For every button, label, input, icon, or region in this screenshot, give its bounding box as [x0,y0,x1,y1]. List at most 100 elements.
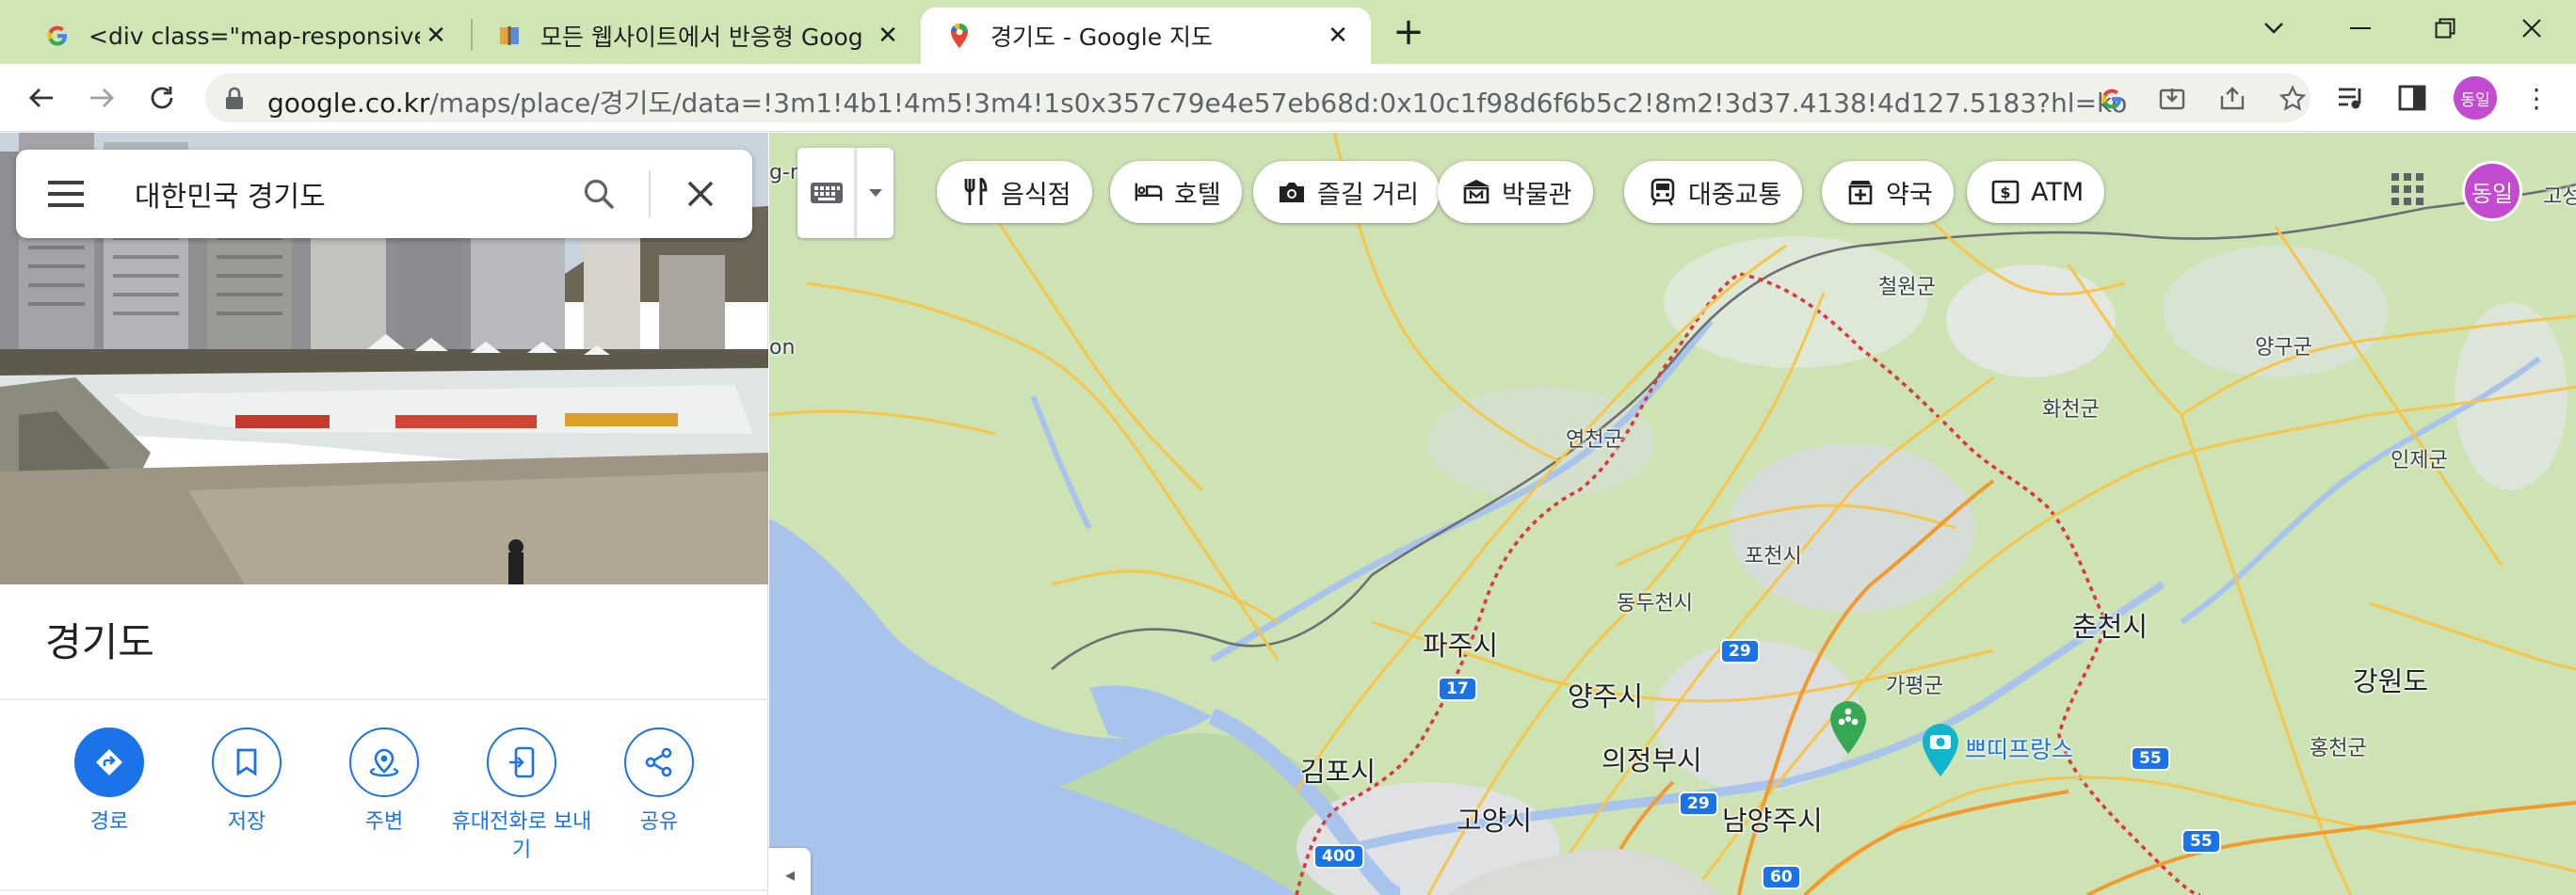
new-tab-button[interactable]: + [1388,13,1429,55]
browser-menu-icon[interactable]: ⋮ [2516,77,2557,119]
collapse-panel-button[interactable]: ◂ [769,848,811,895]
road-shield-55: 55 [2131,746,2170,771]
tab-gyeonggi-google-maps[interactable]: 경기도 - Google 지도 ✕ [921,8,1371,64]
search-icon[interactable] [577,172,620,216]
chip-restaurants[interactable]: 음식점 [937,161,1092,223]
install-app-icon[interactable] [2156,83,2188,115]
chip-museums[interactable]: 박물관 [1438,161,1593,223]
google-apps-icon[interactable] [2391,172,2428,210]
chip-atm[interactable]: $ ATM [1967,161,2105,223]
camera-icon [1278,178,1306,206]
nearby-button[interactable]: 주변 [314,727,455,837]
restore-window-icon[interactable] [2422,9,2469,47]
chip-hotels[interactable]: 호텔 [1110,161,1242,223]
url-path: /maps/place/경기도/data=!3m1!4b1!4m5!3m4!1s… [429,88,2128,119]
map-label-gimpo: 김포시 [1300,756,1377,788]
map-canvas[interactable]: 철원군 양구군 화천군 인제군 연천군 포천시 동두천시 파주시 양주시 춘천시… [769,133,2576,895]
road-shield-29: 29 [1720,639,1760,663]
chip-label: 호텔 [1174,180,1221,210]
media-control-icon[interactable] [2333,79,2371,117]
map-label-gapyeong: 가평군 [1886,675,1943,698]
place-side-panel: 경기도 경로 저장 주변 휴대전화로 보내기 공유 [0,133,768,895]
tab-search-chevron-icon[interactable] [2250,9,2297,47]
map-label-yanggu: 양구군 [2255,336,2312,360]
map-label-yangju: 양주시 [1568,680,1644,712]
action-label: 휴대전화로 보내기 [451,810,592,862]
chip-label: 약국 [1886,180,1933,210]
share-button[interactable]: 공유 [588,727,730,837]
reload-icon[interactable] [141,77,183,119]
directions-icon [74,727,144,797]
url-host: google.co.kr [267,88,430,119]
address-bar[interactable]: google.co.kr/maps/place/경기도/data=!3m1!4b… [205,73,2310,122]
divider [0,889,768,891]
svg-text:$: $ [2000,184,2010,201]
park-pin-icon[interactable] [1827,699,1869,759]
action-label: 공유 [639,810,679,834]
chip-label: 즐길 거리 [1317,180,1419,210]
map-label-edge-right: 고성 [2543,185,2576,209]
chip-label: ATM [2031,177,2085,207]
road-shield-60: 60 [1762,865,1801,889]
chevron-left-icon: ◂ [784,863,796,886]
url-text[interactable]: google.co.kr/maps/place/경기도/data=!3m1!4b… [267,83,2127,120]
search-input[interactable] [135,174,568,214]
chip-pharmacies[interactable]: 약국 [1822,161,1954,223]
minimize-window-icon[interactable] [2337,9,2384,47]
map-label-namyangju: 남양주시 [1722,805,1823,837]
lock-icon[interactable] [224,87,245,115]
share-icon [624,727,694,797]
save-button[interactable]: 저장 [176,727,317,837]
road-shield-29: 29 [1679,791,1718,816]
map-label-petite-france[interactable]: 쁘띠프랑스 [1965,731,2073,765]
directions-button[interactable]: 경로 [39,727,180,837]
map-label-gangwon: 강원도 [2353,665,2429,697]
google-g-icon[interactable] [2096,83,2128,115]
map-label-inje: 인제군 [2391,449,2448,472]
close-tab-icon[interactable]: ✕ [872,20,904,52]
action-label: 경로 [89,810,129,834]
attraction-pin-icon[interactable] [1920,722,1961,782]
chevron-down-icon[interactable] [856,148,894,238]
map-label-paju: 파주시 [1423,630,1499,662]
tab-title: 모든 웹사이트에서 반응형 Goog [540,24,863,51]
forward-arrow-icon[interactable] [81,77,122,119]
close-window-icon[interactable] [2508,9,2555,47]
pharmacy-icon [1846,178,1875,206]
search-box [16,150,752,238]
send-to-phone-button[interactable]: 휴대전화로 보내기 [451,727,592,865]
map-tiles [769,133,2576,895]
maps-pin-icon [943,20,975,52]
chip-label: 음식점 [1001,180,1071,210]
side-panel-icon[interactable] [2393,79,2431,117]
close-tab-icon[interactable]: ✕ [1322,20,1354,52]
chip-label: 대중교통 [1688,180,1782,210]
bookmark-star-icon[interactable] [2277,83,2309,115]
tab-title: 경기도 - Google 지도 [990,24,1214,51]
tab-title: <div class="map-responsive"> - C [89,22,420,50]
hamburger-menu-icon[interactable] [48,178,86,210]
browser-tab-strip: <div class="map-responsive"> - C ✕ 모든 웹사… [0,0,2576,64]
action-label: 저장 [227,810,266,834]
map-label-chuncheon: 춘천시 [2072,611,2149,643]
back-arrow-icon[interactable] [21,77,62,119]
museum-icon [1462,178,1490,206]
close-icon[interactable] [679,172,722,216]
search-divider [649,170,651,217]
account-avatar[interactable]: 동일 [2462,161,2522,221]
bookmark-icon [212,727,282,797]
profile-avatar[interactable]: 동일 [2454,76,2497,120]
nearby-icon [349,727,419,797]
keyboard-icon[interactable] [797,148,856,238]
tab-div-map-responsive[interactable]: <div class="map-responsive"> - C ✕ [19,8,469,64]
chip-things-to-do[interactable]: 즐길 거리 [1253,161,1440,223]
book-icon [493,20,525,52]
transit-icon [1649,178,1677,206]
share-page-icon[interactable] [2216,83,2248,115]
close-tab-icon[interactable]: ✕ [420,20,452,52]
map-label-goyang: 고양시 [1457,805,1533,837]
chip-transit[interactable]: 대중교통 [1624,161,1803,223]
atm-icon: $ [1991,178,2020,206]
tab-responsive-google[interactable]: 모든 웹사이트에서 반응형 Goog ✕ [471,8,921,64]
road-shield-400: 400 [1313,844,1364,869]
